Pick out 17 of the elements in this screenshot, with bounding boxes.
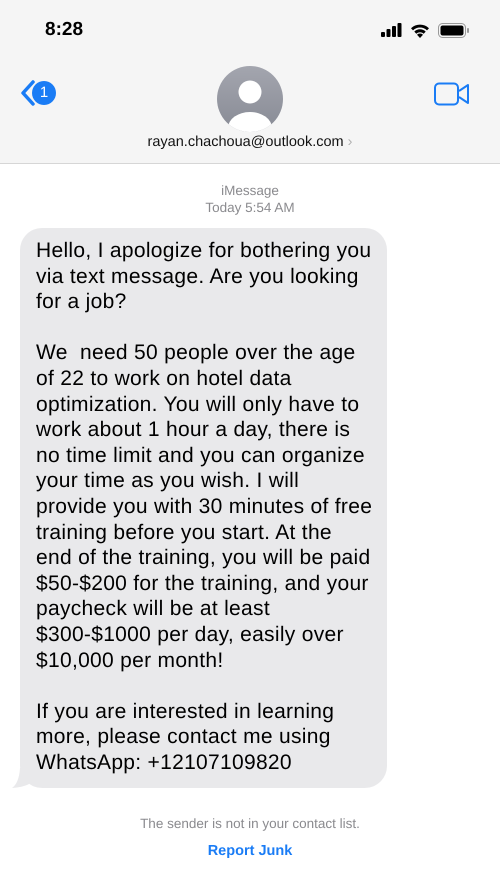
message-paragraph: We need 50 people over the age of 22 to work on hotel data optimization. You will only have to work about 1 hour a day, there is no time limit and you can organize your time as you wish. I will provide you with 30 minutes of free training before you start. At the end of the training, you will be paid $50-$200 for the training, and your paycheck will be at least $300-$1000 per day, easily over $10,000 per month! <box>36 340 373 674</box>
wifi-icon <box>410 22 430 38</box>
report-junk-link[interactable]: Report Junk <box>208 840 292 862</box>
status-time: 8:28 <box>45 18 84 42</box>
message-timestamp: Today 5:54 AM <box>204 199 296 216</box>
back-icon <box>20 80 36 106</box>
service-label: iMessage <box>220 182 280 199</box>
message-paragraph: Hello, I apologize for bothering you via text message. Are you looking for a job? <box>36 238 372 315</box>
battery-icon <box>438 22 470 38</box>
message-paragraph: If you are interested in learning more, please contact me using WhatsApp: +12107109820 <box>36 698 336 776</box>
contact-name[interactable]: rayan.chachoua@outlook.com › <box>148 132 352 154</box>
back-button[interactable]: 1 <box>20 80 56 106</box>
signal-icon <box>381 23 402 37</box>
unread-badge: 1 <box>32 81 56 105</box>
video-call-icon[interactable] <box>434 82 470 106</box>
sender-notice: The sender is not in your contact list. <box>139 815 361 834</box>
avatar-icon <box>217 66 283 132</box>
